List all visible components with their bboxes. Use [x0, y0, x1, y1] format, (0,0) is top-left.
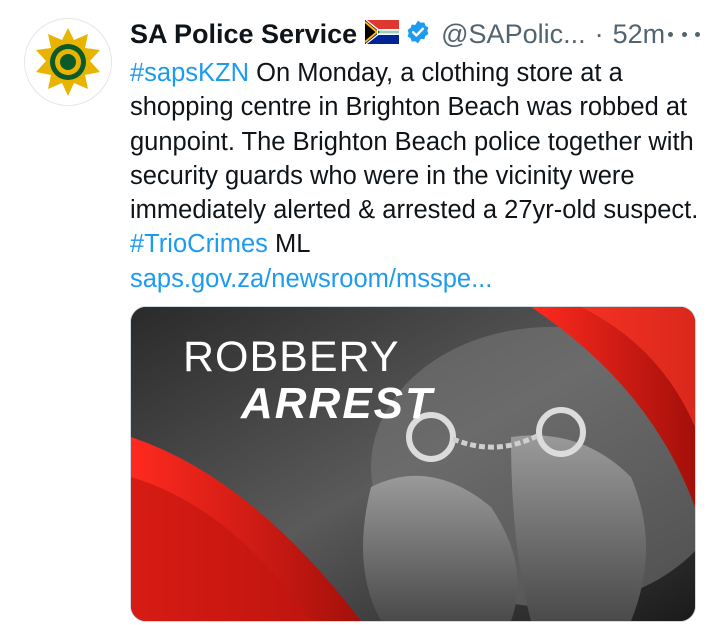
more-options-icon[interactable] [668, 24, 700, 44]
media-title-arrest: ARREST [241, 379, 434, 428]
separator-dot: · [594, 18, 604, 49]
tweet-link[interactable]: saps.gov.za/newsroom/msspe... [130, 262, 705, 296]
tweet-media-image[interactable]: ROBBERY ARREST [130, 306, 696, 622]
tweet-header: SA Police Service @SAPolic... · 52m [130, 14, 700, 54]
tweet-suffix-text: ML [267, 230, 311, 259]
hashtag-triocrimes[interactable]: #TrioCrimes [130, 230, 268, 258]
verified-badge-icon [405, 19, 431, 50]
author-handle[interactable]: @SAPolic... [441, 19, 585, 50]
author-name[interactable]: SA Police Service [130, 19, 357, 50]
saps-badge-icon [36, 28, 100, 96]
south-africa-flag-icon [364, 19, 400, 49]
profile-avatar[interactable] [24, 18, 112, 106]
media-title-robbery: ROBBERY [183, 333, 400, 381]
hashtag-sapskzn[interactable]: #sapsKZN [130, 59, 249, 87]
tweet-timestamp[interactable]: 52m [613, 19, 666, 50]
tweet-text: #sapsKZN On Monday, a clothing store at … [130, 56, 705, 296]
